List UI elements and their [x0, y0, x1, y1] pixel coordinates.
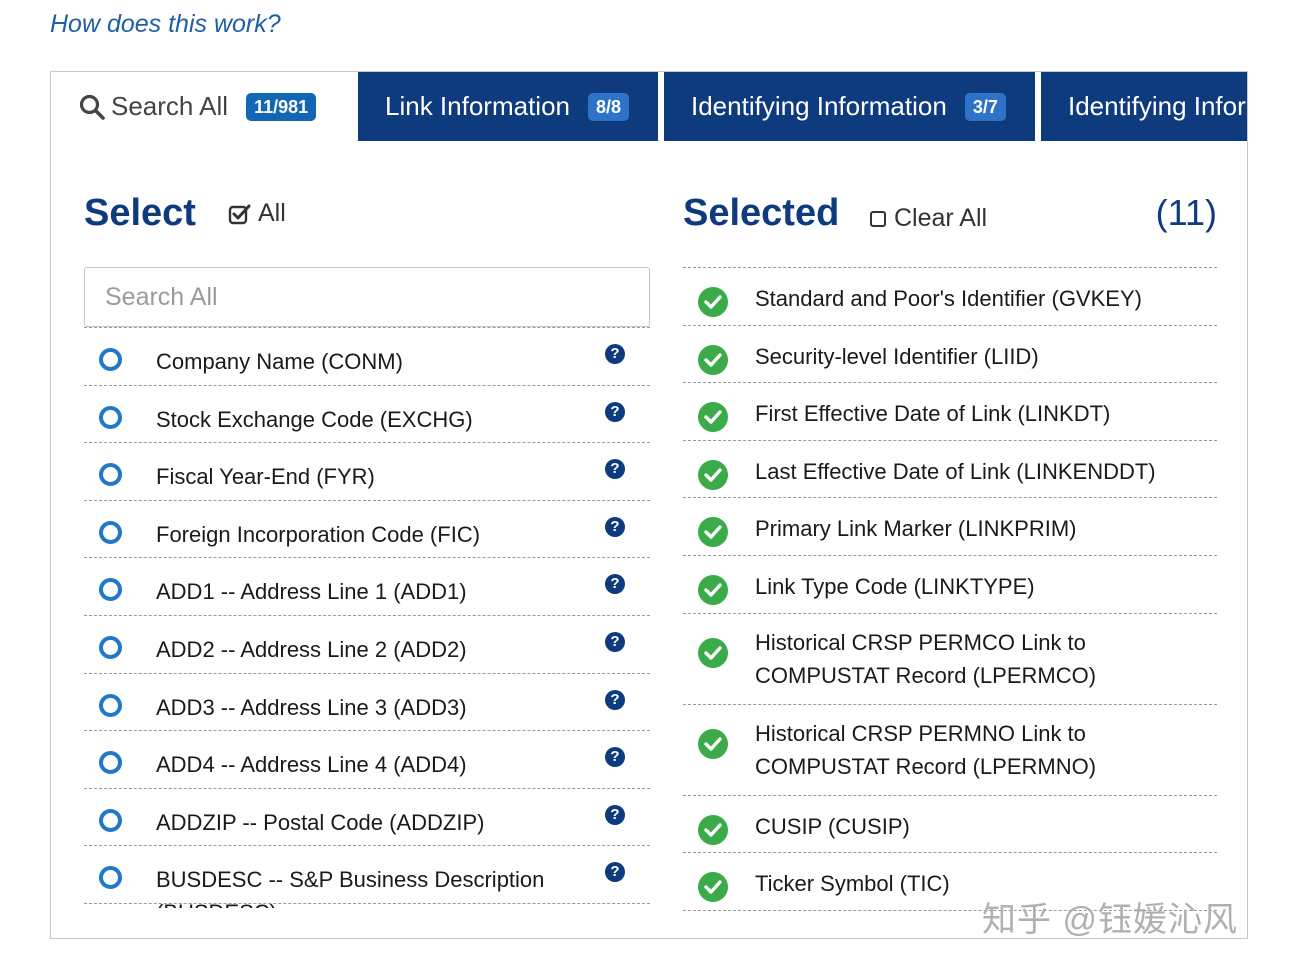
- radio-unselected-icon[interactable]: [99, 578, 122, 602]
- checkbox-empty-icon: [870, 210, 886, 227]
- tab-label: Search All: [111, 91, 229, 121]
- list-item[interactable]: Historical CRSP PERMNO Link to COMPUSTAT…: [683, 705, 1217, 796]
- check-circle-icon[interactable]: [698, 872, 728, 903]
- radio-unselected-icon[interactable]: [99, 751, 122, 775]
- list-item[interactable]: Foreign Incorporation Code (FIC)?: [84, 501, 650, 559]
- help-icon[interactable]: ?: [605, 862, 625, 883]
- variable-selector-panel: Search All 11/981 Link Information 8/8 I…: [50, 71, 1248, 939]
- list-item[interactable]: Link Type Code (LINKTYPE): [683, 556, 1217, 614]
- check-circle-icon[interactable]: [698, 574, 728, 605]
- tab-count-badge: 8/8: [587, 92, 630, 121]
- variable-label: Fiscal Year-End (FYR): [156, 464, 375, 490]
- list-item[interactable]: Historical CRSP PERMCO Link to COMPUSTAT…: [683, 614, 1217, 705]
- list-item[interactable]: ADD1 -- Address Line 1 (ADD1)?: [84, 558, 650, 616]
- tab-bar: Search All 11/981 Link Information 8/8 I…: [51, 72, 1247, 141]
- help-icon[interactable]: ?: [605, 344, 625, 364]
- variable-label: Primary Link Marker (LINKPRIM): [755, 516, 1077, 542]
- variable-label: ADD3 -- Address Line 3 (ADD3): [156, 694, 467, 720]
- variable-search-input[interactable]: [84, 267, 650, 327]
- checkbox-checked-icon: [228, 204, 251, 224]
- list-item[interactable]: ADD3 -- Address Line 3 (ADD3)?: [84, 674, 650, 732]
- variable-label: Standard and Poor's Identifier (GVKEY): [755, 286, 1142, 311]
- radio-unselected-icon[interactable]: [99, 520, 122, 544]
- variable-label: Last Effective Date of Link (LINKENDDT): [755, 458, 1156, 484]
- help-icon[interactable]: ?: [605, 401, 625, 422]
- help-icon[interactable]: ?: [605, 689, 625, 710]
- selected-variables-list: Standard and Poor's Identifier (GVKEY) Se…: [683, 267, 1217, 913]
- tab-identifying-information[interactable]: Identifying Information 3/7: [664, 72, 1035, 141]
- radio-unselected-icon[interactable]: [99, 866, 122, 890]
- list-item[interactable]: First Effective Date of Link (LINKDT): [683, 383, 1217, 441]
- list-item[interactable]: Standard and Poor's Identifier (GVKEY): [683, 268, 1217, 326]
- help-icon[interactable]: ?: [605, 804, 625, 825]
- variable-label: Link Type Code (LINKTYPE): [755, 573, 1035, 599]
- tab-identifying-information-2[interactable]: Identifying Infor: [1041, 72, 1247, 141]
- help-icon[interactable]: ?: [605, 574, 625, 595]
- help-icon[interactable]: ?: [605, 747, 625, 768]
- variable-label: CUSIP (CUSIP): [755, 813, 910, 839]
- radio-unselected-icon[interactable]: [99, 808, 122, 832]
- list-item[interactable]: Stock Exchange Code (EXCHG)?: [84, 386, 650, 444]
- clear-all-label: Clear All: [894, 204, 988, 232]
- help-icon[interactable]: ?: [605, 631, 625, 652]
- list-item[interactable]: ADD2 -- Address Line 2 (ADD2)?: [84, 616, 650, 674]
- check-circle-icon[interactable]: [698, 344, 728, 375]
- selected-title: Selected: [683, 192, 840, 234]
- how-does-this-work-link[interactable]: How does this work?: [50, 10, 281, 39]
- check-circle-icon[interactable]: [698, 402, 728, 433]
- list-item[interactable]: BUSDESC -- S&P Business Description (BUS…: [84, 846, 650, 908]
- radio-unselected-icon[interactable]: [99, 348, 122, 371]
- check-circle-icon[interactable]: [698, 287, 728, 317]
- tab-count-badge: 3/7: [964, 92, 1006, 121]
- check-circle-icon[interactable]: [698, 728, 728, 759]
- selected-count: (11): [1155, 192, 1217, 233]
- tab-link-information[interactable]: Link Information 8/8: [358, 72, 658, 141]
- variable-label: ADD1 -- Address Line 1 (ADD1): [156, 579, 467, 605]
- check-circle-icon[interactable]: [698, 517, 728, 548]
- list-item[interactable]: ADD4 -- Address Line 4 (ADD4)?: [84, 731, 650, 789]
- available-variables-list: Company Name (CONM)? Stock Exchange Code …: [84, 327, 650, 908]
- radio-unselected-icon[interactable]: [99, 405, 122, 429]
- check-circle-icon[interactable]: [698, 637, 728, 668]
- selected-header: Selected Clear All (11): [683, 192, 1217, 240]
- select-all-checkbox[interactable]: All: [228, 199, 286, 228]
- select-header: Select All: [84, 192, 286, 235]
- select-title: Select: [84, 192, 196, 234]
- radio-unselected-icon[interactable]: [99, 463, 122, 487]
- variable-label: Historical CRSP PERMNO Link to COMPUSTAT…: [755, 720, 1097, 779]
- check-circle-icon[interactable]: [698, 459, 728, 490]
- list-item[interactable]: Company Name (CONM)?: [84, 328, 650, 386]
- tab-label: Link Information: [385, 91, 570, 121]
- variable-label: ADDZIP -- Postal Code (ADDZIP): [156, 809, 485, 835]
- radio-unselected-icon[interactable]: [99, 693, 122, 717]
- tab-label: Identifying Information: [691, 91, 947, 121]
- list-item[interactable]: Fiscal Year-End (FYR)?: [84, 443, 650, 501]
- variable-label: ADD2 -- Address Line 2 (ADD2): [156, 636, 467, 662]
- tab-search-all[interactable]: Search All 11/981: [51, 72, 353, 141]
- tab-label: Identifying Infor: [1068, 91, 1246, 121]
- list-item[interactable]: CUSIP (CUSIP): [683, 796, 1217, 854]
- help-icon[interactable]: ?: [605, 459, 625, 480]
- variable-label: Historical CRSP PERMCO Link to COMPUSTAT…: [755, 629, 1097, 688]
- radio-unselected-icon[interactable]: [99, 635, 122, 659]
- tab-count-badge: 11/981: [246, 92, 317, 121]
- variable-label: First Effective Date of Link (LINKDT): [755, 401, 1111, 427]
- list-item[interactable]: Primary Link Marker (LINKPRIM): [683, 498, 1217, 556]
- list-item[interactable]: Last Effective Date of Link (LINKENDDT): [683, 441, 1217, 499]
- variable-label: Stock Exchange Code (EXCHG): [156, 406, 473, 432]
- list-item[interactable]: ADDZIP -- Postal Code (ADDZIP)?: [84, 789, 650, 847]
- variable-label: Company Name (CONM): [156, 349, 403, 374]
- list-item[interactable]: Security-level Identifier (LIID): [683, 326, 1217, 384]
- select-all-label: All: [257, 199, 286, 227]
- variable-label: BUSDESC -- S&P Business Description (BUS…: [156, 867, 545, 908]
- variable-label: Foreign Incorporation Code (FIC): [156, 521, 481, 547]
- search-icon: [79, 94, 105, 120]
- check-circle-icon[interactable]: [698, 814, 728, 845]
- variable-label: Security-level Identifier (LIID): [755, 343, 1039, 369]
- watermark: 知乎 @钰媛沁风: [982, 901, 1238, 939]
- variable-label: ADD4 -- Address Line 4 (ADD4): [156, 752, 467, 778]
- clear-all-checkbox[interactable]: Clear All: [870, 204, 987, 233]
- help-icon[interactable]: ?: [605, 516, 625, 537]
